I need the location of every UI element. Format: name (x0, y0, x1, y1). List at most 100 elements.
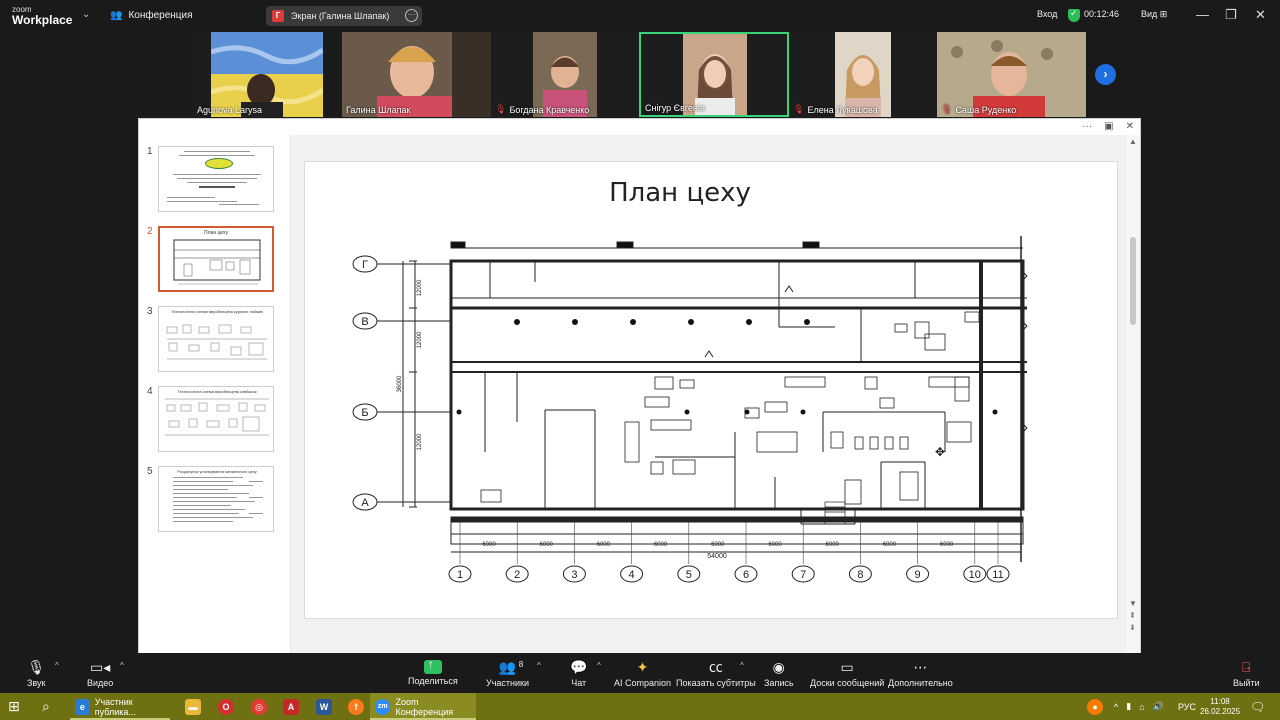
side-dimension-label: 12000 (417, 433, 423, 450)
axis-row-marker: В (352, 312, 378, 330)
chevron-down-icon[interactable]: ⌄ (82, 9, 90, 20)
dimension-label: 6000 (940, 542, 954, 548)
participant-tile[interactable]: Галина Шлапак (342, 32, 491, 117)
axis-row-marker: Г (352, 255, 378, 273)
restore-icon[interactable]: ▣ (1104, 121, 1113, 132)
audio-button[interactable]: 🎙 Звук (27, 658, 45, 688)
more-options-icon[interactable]: ··· (405, 9, 418, 22)
svg-text:2: 2 (514, 569, 520, 581)
file-explorer-icon[interactable]: ▬ (180, 693, 206, 720)
captions-caret-icon[interactable]: ^ (740, 661, 744, 670)
shield-icon[interactable] (1068, 8, 1080, 22)
audio-options-caret-icon[interactable]: ^ (55, 661, 59, 670)
record-icon: ◉ (772, 659, 785, 675)
slide-canvas-area: План цеху Г В Б А 1 2 3 4 5 6 7 8 9 10 1… (291, 135, 1127, 653)
slide-preview: Технологічна схема виробництва курячих т… (158, 306, 274, 372)
dimension-label: 6000 (826, 542, 840, 548)
svg-text:В: В (361, 316, 368, 328)
restore-icon[interactable]: ❐ (1225, 7, 1237, 23)
next-page-arrow-icon[interactable]: › (1095, 64, 1116, 85)
video-button[interactable]: ▭◂ Видео (87, 658, 113, 688)
svg-text:9: 9 (915, 569, 921, 581)
chevron-up-icon: ^ (1114, 701, 1119, 712)
screen-share-indicator[interactable]: Г Экран (Галина Шлапак) ··· (266, 6, 422, 26)
word-icon[interactable]: W (311, 693, 337, 720)
page-down-icon: ⇟ (1129, 623, 1136, 632)
chrome-icon[interactable]: ◎ (246, 693, 272, 720)
slide-thumbnail-3[interactable]: 3 Технологічна схема виробництва курячих… (147, 306, 274, 372)
tray-app-icon[interactable]: ● (1082, 693, 1108, 720)
view-button[interactable]: Вид ⊞ (1141, 9, 1167, 20)
axis-row-marker: А (352, 493, 378, 511)
dimension-label: 6000 (597, 542, 611, 548)
slide-thumbnail-2-selected[interactable]: 2 План цеху (147, 226, 274, 292)
video-options-caret-icon[interactable]: ^ (120, 661, 124, 670)
slide-scrollbar[interactable]: ▲ ▼ ⇞ ⇟ (1126, 135, 1140, 653)
slide-thumbnail-4[interactable]: 4 Технологічна схема виробництва ковбасо… (147, 386, 274, 452)
chat-caret-icon[interactable]: ^ (597, 661, 601, 670)
close-icon[interactable]: ✕ (1255, 7, 1266, 23)
scroll-up-icon: ▲ (1129, 137, 1137, 146)
windows-start-icon[interactable]: ⊞ (8, 693, 20, 720)
mouse-cursor-icon: ✥ (935, 445, 946, 459)
sign-in-link[interactable]: Вход (1037, 9, 1057, 19)
windows-taskbar: ⊞ ⌕ e Участник публика... ▬ O ◎ A W f zm Z… (0, 693, 1280, 720)
participants-caret-icon[interactable]: ^ (537, 661, 541, 670)
close-icon[interactable]: ✕ (1126, 121, 1134, 132)
volume-icon: 🔊 (1152, 701, 1164, 711)
svg-text:4: 4 (629, 569, 635, 581)
record-button[interactable]: ◉ Запись (764, 658, 794, 688)
clock[interactable]: 11:08 26.02.2025 (1200, 693, 1240, 720)
firefox-icon[interactable]: f (343, 693, 369, 720)
ai-companion-button[interactable]: ✦ AI Companion (614, 658, 671, 688)
sparkle-icon: ✦ (636, 659, 649, 675)
participant-strip: Agunova Larysa Галина Шлапак 🎙 Богдана Кр… (0, 32, 1280, 118)
shared-window-controls: ··· ▣ ✕ (1082, 121, 1134, 132)
participant-name: Agunova Larysa (197, 105, 263, 115)
cc-icon: ㏄ (708, 659, 723, 675)
slide-thumbnail-5[interactable]: 5 Розрахунок устаткування механічного це… (147, 466, 274, 532)
svg-text:5: 5 (686, 569, 692, 581)
chat-button[interactable]: 💬 Чат (570, 658, 587, 688)
notifications-icon[interactable]: 🗨 (1250, 693, 1265, 720)
acrobat-icon[interactable]: A (278, 693, 304, 720)
opera-icon[interactable]: O (213, 693, 239, 720)
more-icon[interactable]: ··· (1082, 121, 1092, 132)
participant-name: Снігур Євгенія (645, 103, 705, 113)
whiteboards-button[interactable]: ▭ Доски сообщений (810, 658, 884, 688)
system-tray-icons[interactable]: ^ ▮ ⌂ 🔊 (1114, 693, 1164, 720)
camera-icon: ▭◂ (90, 659, 111, 675)
more-button[interactable]: ⋯ Дополнительно (888, 658, 953, 688)
search-icon[interactable]: ⌕ (42, 693, 50, 720)
slide-preview (158, 146, 274, 212)
taskbar-app-edge[interactable]: e Участник публика... (70, 693, 170, 720)
scrollbar-thumb[interactable] (1130, 237, 1136, 325)
minimize-icon[interactable]: — (1196, 7, 1209, 22)
meeting-info-button[interactable]: 👥 Конференция (110, 10, 193, 21)
participant-name: 🎙 Елена Лукашова (793, 104, 878, 115)
people-icon: 👥 8 (498, 659, 524, 675)
shared-screen: ··· ▣ ✕ 1 2 План цеху 3 Технологічна схе… (138, 118, 1141, 653)
share-button[interactable]: Поделиться (408, 657, 458, 686)
dimension-label: 6000 (768, 542, 782, 548)
whiteboard-icon: ▭ (840, 659, 854, 675)
taskbar-app-zoom[interactable]: zm Zoom Конференция (370, 693, 476, 720)
zoom-logo: zoom Workplace (12, 5, 73, 27)
participant-tile-active-speaker[interactable]: Снігур Євгенія (639, 32, 789, 117)
participants-button[interactable]: 👥 8 Участники (486, 658, 529, 688)
dimension-label: 6000 (883, 542, 897, 548)
svg-text:7: 7 (800, 569, 806, 581)
side-dimension-label: 12000 (417, 331, 423, 348)
share-screen-icon (423, 657, 442, 674)
participant-tile[interactable]: Agunova Larysa (193, 32, 324, 117)
language-indicator[interactable]: РУС (1178, 693, 1196, 720)
leave-button[interactable]: ⍈ Выйти (1233, 658, 1260, 688)
slide-thumbnail-panel: 1 2 План цеху 3 Технологічна схема вироб… (139, 135, 291, 653)
dimension-label: 6000 (654, 542, 668, 548)
participant-tile[interactable]: 🎙 Богдана Кравченко (491, 32, 639, 117)
participant-tile[interactable]: 🎙 Саша Руденко (937, 32, 1086, 117)
participant-tile[interactable]: 🎙 Елена Лукашова (789, 32, 937, 117)
people-icon: 👥 (110, 10, 123, 21)
slide-thumbnail-1[interactable]: 1 (147, 146, 274, 212)
svg-text:1: 1 (457, 569, 463, 581)
